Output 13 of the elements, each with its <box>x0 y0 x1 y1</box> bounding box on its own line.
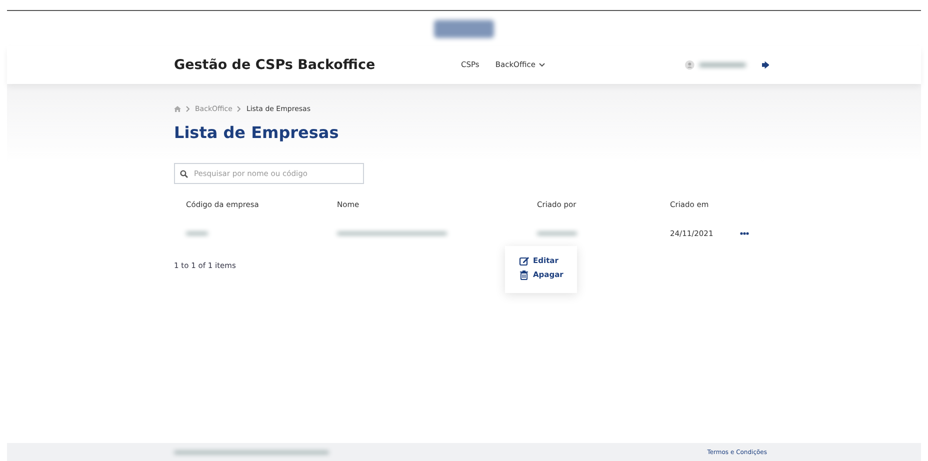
more-options-icon[interactable] <box>740 232 749 236</box>
chevron-right-icon <box>186 106 190 112</box>
edit-icon <box>519 256 529 266</box>
app-title: Gestão de CSPs Backoffice <box>174 56 376 74</box>
trash-icon <box>519 270 529 280</box>
page-title: Lista de Empresas <box>174 122 340 142</box>
blurred-username <box>698 63 746 67</box>
avatar-icon <box>685 60 695 70</box>
search-icon <box>180 170 188 178</box>
blurred-logo <box>434 20 494 38</box>
logout-icon[interactable] <box>762 61 769 69</box>
chevron-down-icon[interactable] <box>539 63 546 67</box>
chevron-right-icon <box>237 106 242 112</box>
